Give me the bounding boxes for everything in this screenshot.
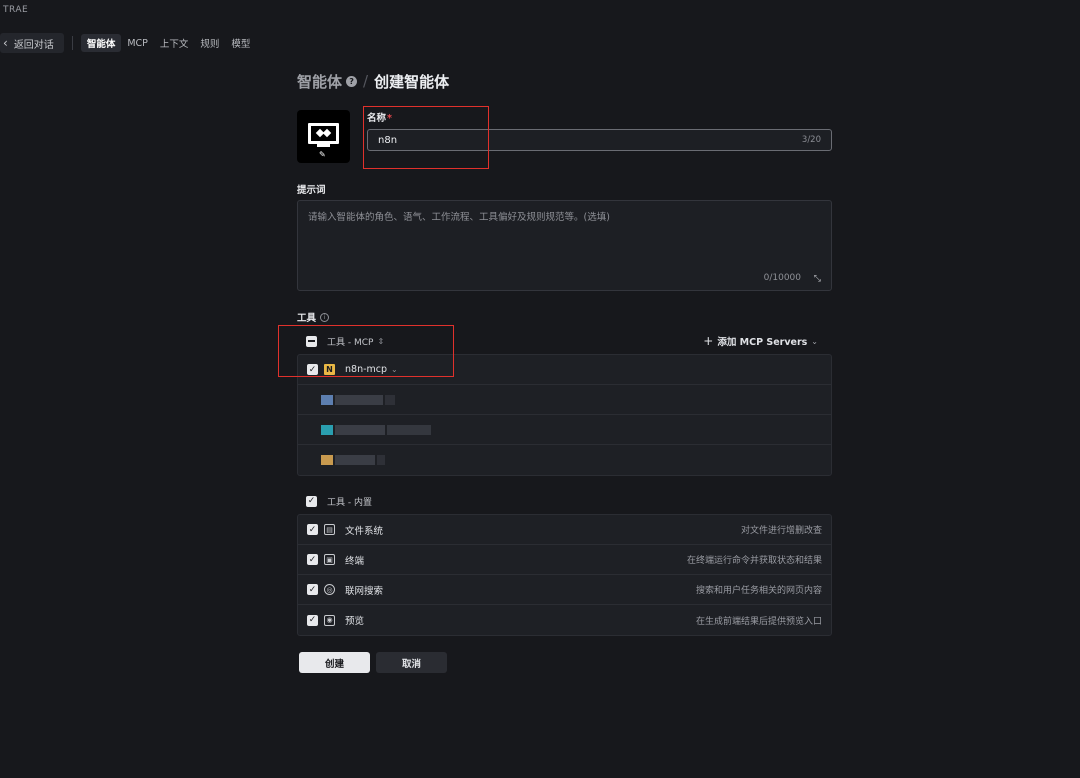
tab-models[interactable]: 模型 xyxy=(225,34,256,52)
page-title: 创建智能体 xyxy=(374,72,450,91)
tool-checkbox[interactable]: ✓ xyxy=(307,524,318,535)
tool-description: 在终端运行命令并获取状态和结果 xyxy=(686,556,822,566)
redacted-content xyxy=(307,424,431,435)
agent-avatar[interactable]: ✎ xyxy=(297,110,350,163)
mcp-server-row-redacted[interactable] xyxy=(298,445,831,475)
tool-description: 对文件进行增删改查 xyxy=(740,526,822,536)
tool-checkbox[interactable]: ✓ xyxy=(307,614,318,626)
builtin-tool-row-filesystem[interactable]: ✓ ▤ 文件系统 对文件进行增删改查 xyxy=(298,515,831,545)
tab-agents[interactable]: 智能体 xyxy=(80,34,122,52)
breadcrumb-separator: / xyxy=(363,72,369,90)
back-to-chat-button[interactable]: ‹ 返回对话 xyxy=(0,33,64,53)
eye-icon: ◉ xyxy=(324,614,335,626)
prompt-placeholder: 请输入智能体的角色、语气、工作流程、工具偏好及规则规范等。(选填) xyxy=(308,212,610,223)
terminal-icon: ▣ xyxy=(324,554,335,565)
tool-name: 终端 xyxy=(345,555,365,567)
tool-checkbox[interactable]: ✓ xyxy=(307,584,318,595)
globe-icon: ◎ xyxy=(324,584,335,595)
redacted-content xyxy=(307,394,395,405)
chevron-left-icon: ‹ xyxy=(3,36,8,50)
breadcrumb-parent[interactable]: 智能体 xyxy=(297,71,342,92)
expand-icon[interactable]: ⤡ xyxy=(814,274,821,284)
create-agent-form: 智能体 ? / 创建智能体 ✎ 名称* n8n 3/20 提示词 请输入智能体的… xyxy=(297,70,832,673)
chevron-down-icon: ⌄ xyxy=(811,336,818,346)
tab-mcp[interactable]: MCP xyxy=(121,34,154,52)
edit-pencil-icon: ✎ xyxy=(319,150,326,159)
mcp-server-row-redacted[interactable] xyxy=(298,415,831,445)
builtin-tool-row-terminal[interactable]: ✓ ▣ 终端 在终端运行命令并获取状态和结果 xyxy=(298,545,831,575)
info-icon[interactable]: i xyxy=(320,312,330,322)
builtin-group-title: 工具 - 内置 xyxy=(327,497,372,508)
name-char-counter: 3/20 xyxy=(801,135,821,145)
tool-checkbox[interactable]: ✓ xyxy=(307,554,318,565)
prompt-char-counter: 0/10000 xyxy=(763,273,801,283)
plus-icon: + xyxy=(703,334,714,348)
top-navigation: ‹ 返回对话 智能体 MCP 上下文 规则 模型 xyxy=(0,33,256,53)
redacted-content xyxy=(307,455,385,465)
help-icon[interactable]: ? xyxy=(346,75,358,87)
tools-label: 工具 i xyxy=(297,310,330,324)
prompt-textarea[interactable]: 请输入智能体的角色、语气、工作流程、工具偏好及规则规范等。(选填) 0/1000… xyxy=(297,200,832,291)
file-icon: ▤ xyxy=(324,524,335,535)
form-actions: 创建 取消 xyxy=(299,652,447,673)
tool-description: 搜索和用户任务相关的网页内容 xyxy=(695,586,822,596)
builtin-group-header: ✓ 工具 - 内置 xyxy=(297,493,832,509)
builtin-tool-row-preview[interactable]: ✓ ◉ 预览 在生成前端结果后提供预览入口 xyxy=(298,605,831,635)
cancel-button[interactable]: 取消 xyxy=(376,652,447,673)
builtin-tool-row-web-search[interactable]: ✓ ◎ 联网搜索 搜索和用户任务相关的网页内容 xyxy=(298,575,831,605)
divider xyxy=(71,36,73,50)
add-mcp-servers-button[interactable]: + 添加 MCP Servers ⌄ xyxy=(703,334,818,348)
tab-context[interactable]: 上下文 xyxy=(154,34,195,52)
builtin-group-checkbox[interactable]: ✓ xyxy=(306,495,317,507)
mcp-server-row-redacted[interactable] xyxy=(298,385,831,415)
tool-name: 预览 xyxy=(345,616,365,627)
breadcrumb: 智能体 ? / 创建智能体 xyxy=(297,70,832,92)
app-title: TRAE xyxy=(3,5,29,15)
back-label: 返回对话 xyxy=(13,39,54,51)
create-button[interactable]: 创建 xyxy=(299,652,370,673)
tool-name: 文件系统 xyxy=(345,525,384,537)
tool-description: 在生成前端结果后提供预览入口 xyxy=(695,616,822,627)
prompt-label: 提示词 xyxy=(297,185,326,196)
highlight-box-mcp xyxy=(278,325,454,377)
robot-icon xyxy=(308,123,339,144)
builtin-tool-list: ✓ ▤ 文件系统 对文件进行增删改查 ✓ ▣ 终端 在终端运行命令并获取状态和结… xyxy=(297,514,832,636)
highlight-box-name xyxy=(363,106,489,169)
tab-rules[interactable]: 规则 xyxy=(194,34,225,52)
tool-name: 联网搜索 xyxy=(345,585,384,597)
